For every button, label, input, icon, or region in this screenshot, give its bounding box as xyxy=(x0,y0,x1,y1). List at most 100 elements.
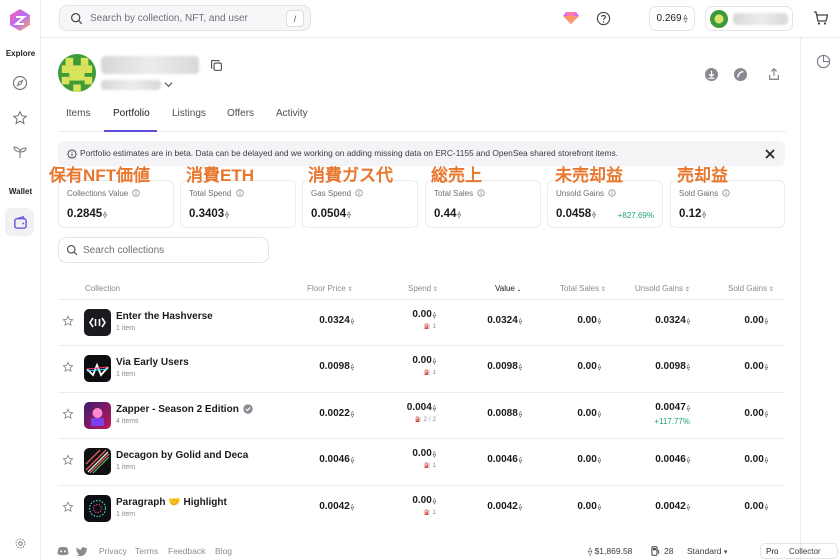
footer-link-blog[interactable]: Blog xyxy=(215,546,232,556)
tab-items[interactable]: Items xyxy=(66,108,90,119)
stat-card: Unsold Gains 0.0458⟠ +827.69% xyxy=(547,180,663,228)
pro-option[interactable]: Pro xyxy=(766,547,778,556)
info-icon xyxy=(722,189,731,197)
stat-value: 0.12⟠ xyxy=(679,208,706,220)
eth-icon: ⟠ xyxy=(683,14,688,23)
sprout-icon[interactable] xyxy=(11,143,29,161)
stat-label: Total Sales xyxy=(434,189,486,198)
help-icon[interactable] xyxy=(594,9,612,27)
footer-link-privacy[interactable]: Privacy xyxy=(99,546,127,556)
cell-spend-count: ⛽ 1 xyxy=(424,509,436,516)
info-icon xyxy=(477,189,486,197)
star-icon[interactable] xyxy=(11,109,29,127)
collection-name[interactable]: Enter the Hashverse xyxy=(116,311,213,322)
col-header-value[interactable]: Value ⌄ xyxy=(495,284,522,293)
col-header-total-sales[interactable]: Total Sales ⇕ xyxy=(560,284,606,293)
wallet-icon[interactable] xyxy=(11,213,29,231)
info-icon xyxy=(608,189,616,197)
pro-collector-toggle[interactable]: Pro Collector xyxy=(760,543,838,559)
wallet-balance[interactable]: 0.269 ⟠ xyxy=(649,6,695,31)
footer-link-terms[interactable]: Terms xyxy=(135,546,158,556)
share-network-icon[interactable] xyxy=(731,65,749,83)
stat-label: Gas Spend xyxy=(311,189,363,198)
settings-icon[interactable] xyxy=(11,534,29,552)
gas-pump-icon xyxy=(651,546,660,556)
tab-portfolio[interactable]: Portfolio xyxy=(113,108,150,119)
cell-spend: 0.004⟠ xyxy=(406,402,436,413)
col-header-floor-price[interactable]: Floor Price ⇕ xyxy=(307,284,352,293)
search-shortcut-key: / xyxy=(286,10,304,27)
collection-name[interactable]: Via Early Users xyxy=(116,357,189,368)
info-icon xyxy=(132,189,141,197)
eth-icon: ⟠ xyxy=(702,212,706,219)
eth-price-value: $1,869.58 xyxy=(594,546,633,556)
collector-option[interactable]: Collector xyxy=(789,547,821,556)
star-icon[interactable] xyxy=(62,501,74,513)
info-icon xyxy=(67,149,77,159)
info-icon xyxy=(355,189,363,197)
col-header-sold-gains[interactable]: Sold Gains ⇕ xyxy=(728,284,774,293)
col-header-spend[interactable]: Spend ⇕ xyxy=(408,284,438,293)
stat-change: +827.69% xyxy=(617,211,654,220)
collection-thumbnail[interactable] xyxy=(84,402,111,429)
cell-sold-gains: 0.00⟠ xyxy=(744,454,768,465)
collection-thumbnail[interactable] xyxy=(84,355,111,382)
stat-label: Unsold Gains xyxy=(556,189,616,198)
eth-icon: ⟠ xyxy=(764,457,768,464)
share-icon[interactable] xyxy=(765,65,783,83)
gas-mode-label: Standard xyxy=(687,546,722,556)
collection-name[interactable]: Paragraph 🤝 Highlight xyxy=(116,497,227,508)
banner-text: Portfolio estimates are in beta. Data ca… xyxy=(80,148,619,158)
eth-icon: ⟠ xyxy=(764,318,768,325)
star-icon[interactable] xyxy=(62,315,74,327)
gas-pump-icon: ⛽ xyxy=(415,417,422,423)
annotation-label: 保有NFT価値 xyxy=(49,166,151,185)
download-icon[interactable] xyxy=(702,65,720,83)
star-icon[interactable] xyxy=(62,454,74,466)
collection-name[interactable]: Decagon by Golid and Deca xyxy=(116,450,248,461)
collections-search-input[interactable]: Search collections xyxy=(58,237,269,263)
pie-chart-icon[interactable] xyxy=(814,52,832,70)
collection-thumbnail[interactable] xyxy=(84,448,111,475)
star-icon[interactable] xyxy=(62,408,74,420)
global-search-input[interactable]: Search by collection, NFT, and user / xyxy=(59,5,311,31)
compass-icon[interactable] xyxy=(11,74,29,92)
tab-listings[interactable]: Listings xyxy=(172,108,206,119)
zapper-logo-icon[interactable] xyxy=(8,8,32,32)
gas-mode-select[interactable]: Standard ▾ xyxy=(687,546,727,556)
cell-sold-gains: 0.00⟠ xyxy=(744,315,768,326)
stat-card: Collections Value 0.2845⟠ xyxy=(58,180,174,228)
eth-icon: ⟠ xyxy=(588,546,593,556)
left-rail: Explore Wallet xyxy=(0,0,41,560)
collection-thumbnail[interactable] xyxy=(84,309,111,336)
col-header-unsold-gains[interactable]: Unsold Gains ⇕ xyxy=(635,284,690,293)
stat-label: Collections Value xyxy=(67,189,141,198)
collection-item-count: 1 item xyxy=(116,511,136,518)
close-icon[interactable] xyxy=(765,149,775,159)
stat-label: Total Spend xyxy=(189,189,244,198)
col-header-collection: Collection xyxy=(85,284,121,293)
copy-icon[interactable] xyxy=(207,56,225,74)
explore-label: Explore xyxy=(5,49,36,58)
cell-spend: 0.00⟠ xyxy=(412,355,436,366)
star-icon[interactable] xyxy=(62,361,74,373)
tab-offers[interactable]: Offers xyxy=(227,108,254,119)
tab-activity[interactable]: Activity xyxy=(276,108,308,119)
user-menu[interactable] xyxy=(705,6,793,31)
cell-sold-gains: 0.00⟠ xyxy=(744,361,768,372)
discord-icon[interactable] xyxy=(57,546,69,556)
cart-icon[interactable] xyxy=(812,9,830,27)
twitter-icon[interactable] xyxy=(76,546,87,556)
chevron-down-icon: ▾ xyxy=(723,549,728,556)
collection-thumbnail[interactable] xyxy=(84,495,111,522)
eth-icon: ⟠ xyxy=(457,212,461,219)
footer-link-feedback[interactable]: Feedback xyxy=(168,546,205,556)
wallet-label: Wallet xyxy=(8,187,33,196)
gem-icon[interactable] xyxy=(562,9,580,27)
collection-name[interactable]: Zapper - Season 2 Edition xyxy=(116,404,253,415)
cell-sold-gains: 0.00⟠ xyxy=(744,408,768,419)
chevron-down-icon[interactable] xyxy=(164,81,173,88)
eth-icon: ⟠ xyxy=(764,504,768,511)
stat-label: Sold Gains xyxy=(679,189,731,198)
balance-value: 0.269 xyxy=(656,13,682,24)
